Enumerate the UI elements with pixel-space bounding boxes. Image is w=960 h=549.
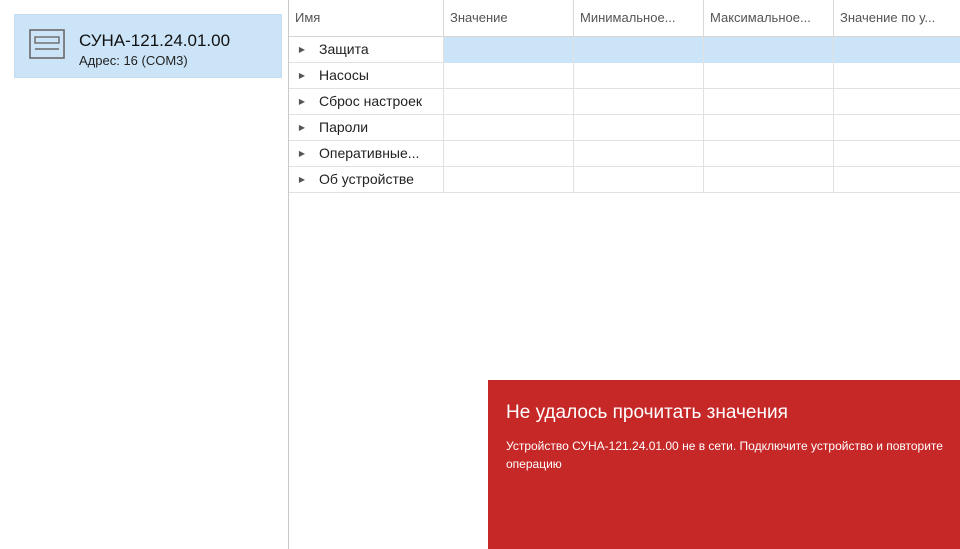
- row-value-cell[interactable]: [834, 115, 960, 141]
- expand-arrow-icon[interactable]: ▶: [295, 89, 309, 115]
- expand-arrow-icon[interactable]: ▶: [295, 167, 309, 193]
- row-value-cell[interactable]: [704, 141, 834, 167]
- row-value-cell[interactable]: [704, 37, 834, 63]
- table-row[interactable]: ▶ Оперативные...: [289, 141, 960, 167]
- column-header-default[interactable]: Значение по у...: [834, 0, 960, 36]
- device-name: СУНА-121.24.01.00: [79, 31, 231, 50]
- row-value-cell[interactable]: [834, 141, 960, 167]
- row-value-cell[interactable]: [704, 167, 834, 193]
- error-title: Не удалось прочитать значения: [506, 402, 788, 423]
- row-name-cell[interactable]: Защита: [313, 37, 444, 63]
- expand-arrow-icon[interactable]: ▶: [295, 63, 309, 89]
- row-value-cell[interactable]: [574, 141, 704, 167]
- row-value-cell[interactable]: [704, 63, 834, 89]
- device-list-panel: СУНА-121.24.01.00 Адрес: 16 (COM3): [0, 0, 288, 549]
- device-list-item[interactable]: СУНА-121.24.01.00 Адрес: 16 (COM3): [14, 14, 282, 78]
- row-name-cell[interactable]: Об устройстве: [313, 167, 444, 193]
- row-value-cell[interactable]: [444, 115, 574, 141]
- device-address: Адрес: 16 (COM3): [79, 53, 188, 68]
- row-value-cell[interactable]: [834, 167, 960, 193]
- row-value-cell[interactable]: [574, 89, 704, 115]
- row-value-cell[interactable]: [444, 167, 574, 193]
- row-value-cell[interactable]: [444, 141, 574, 167]
- row-value-cell[interactable]: [444, 89, 574, 115]
- table-row[interactable]: ▶ Защита: [289, 37, 960, 63]
- row-value-cell[interactable]: [574, 37, 704, 63]
- expand-arrow-icon[interactable]: ▶: [295, 141, 309, 167]
- row-name-cell[interactable]: Пароли: [313, 115, 444, 141]
- error-notification[interactable]: Не удалось прочитать значения Устройство…: [488, 380, 960, 549]
- row-value-cell[interactable]: [704, 115, 834, 141]
- row-value-cell[interactable]: [834, 63, 960, 89]
- row-name-cell[interactable]: Оперативные...: [313, 141, 444, 167]
- column-header-max[interactable]: Максимальное...: [704, 0, 834, 36]
- table-row[interactable]: ▶ Пароли: [289, 115, 960, 141]
- table-row[interactable]: ▶ Сброс настроек: [289, 89, 960, 115]
- row-value-cell[interactable]: [574, 63, 704, 89]
- row-value-cell[interactable]: [444, 63, 574, 89]
- row-value-cell[interactable]: [704, 89, 834, 115]
- row-value-cell[interactable]: [574, 115, 704, 141]
- grid-header: Имя Значение Минимальное... Максимальное…: [289, 0, 960, 37]
- column-header-name[interactable]: Имя: [289, 0, 444, 36]
- row-name-cell[interactable]: Насосы: [313, 63, 444, 89]
- column-header-min[interactable]: Минимальное...: [574, 0, 704, 36]
- row-value-cell[interactable]: [834, 89, 960, 115]
- row-name-cell[interactable]: Сброс настроек: [313, 89, 444, 115]
- row-value-cell[interactable]: [834, 37, 960, 63]
- expand-arrow-icon[interactable]: ▶: [295, 37, 309, 63]
- table-row[interactable]: ▶ Об устройстве: [289, 167, 960, 193]
- row-value-cell[interactable]: [574, 167, 704, 193]
- expand-arrow-icon[interactable]: ▶: [295, 115, 309, 141]
- row-value-cell[interactable]: [444, 37, 574, 63]
- device-icon: [29, 29, 65, 59]
- table-row[interactable]: ▶ Насосы: [289, 63, 960, 89]
- error-message: Устройство СУНА-121.24.01.00 не в сети. …: [506, 439, 943, 471]
- column-header-value[interactable]: Значение: [444, 0, 574, 36]
